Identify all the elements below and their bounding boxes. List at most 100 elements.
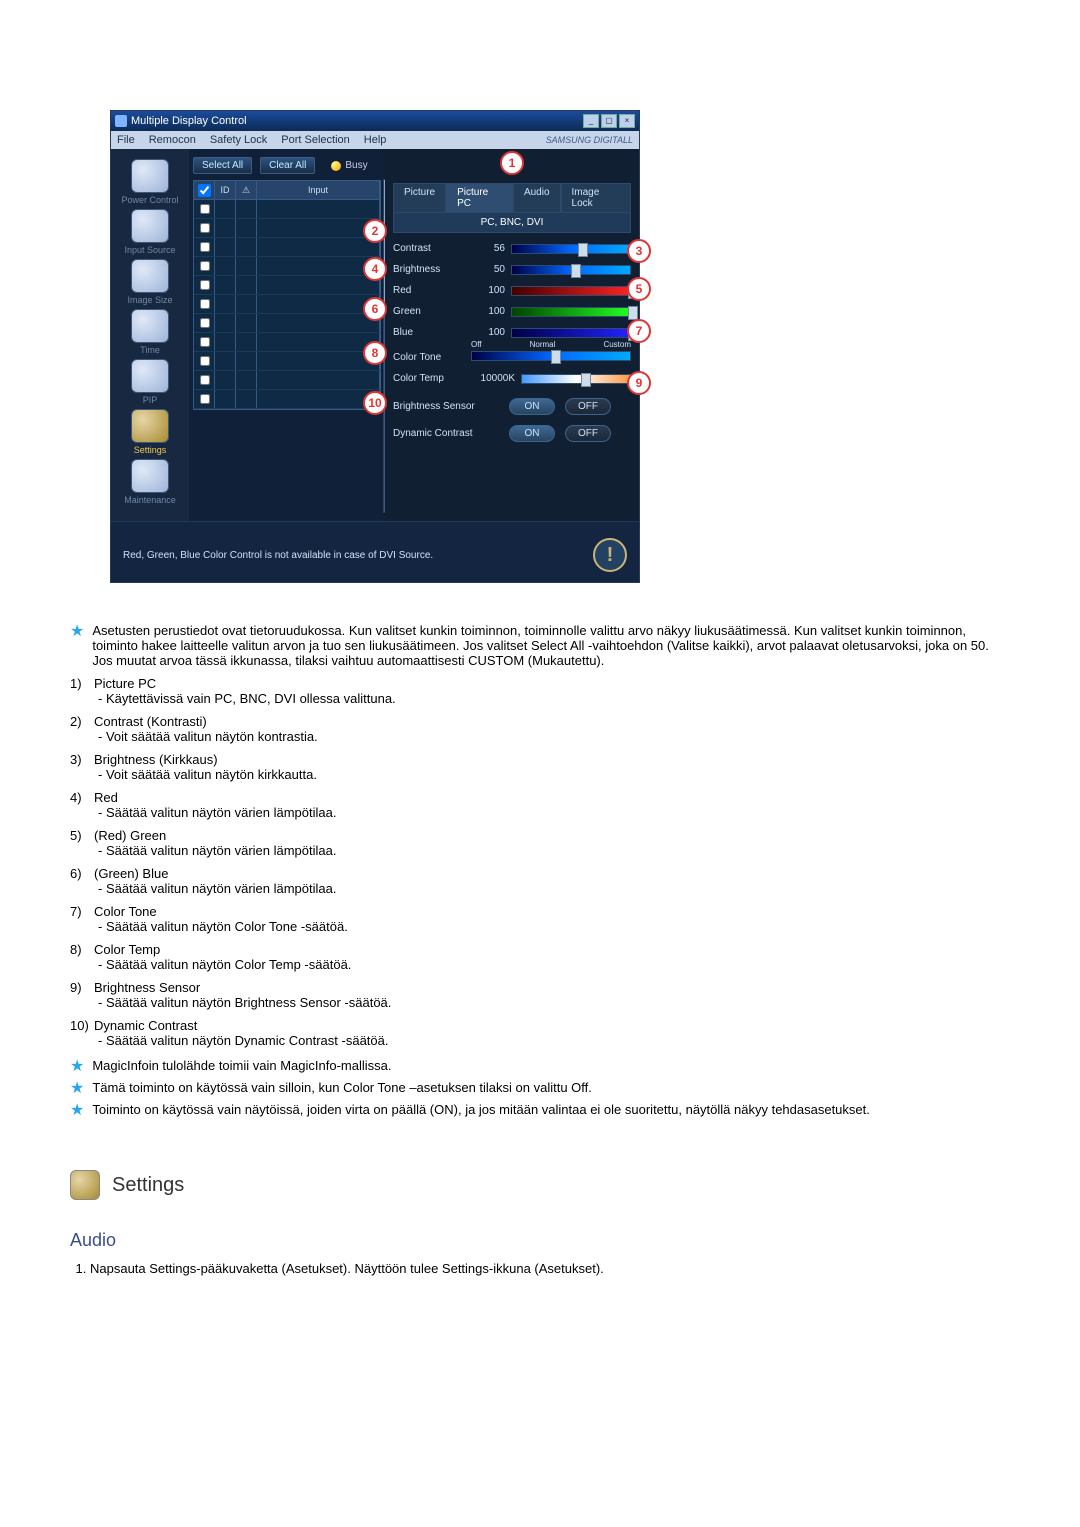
callout-2: 2 [363, 219, 387, 243]
slider-color-temp[interactable] [521, 374, 631, 384]
row-green: Green 100 [393, 306, 631, 317]
tab-picture[interactable]: Picture [393, 183, 446, 213]
brightness-sensor-off[interactable]: OFF [565, 398, 611, 415]
col-check[interactable] [194, 181, 215, 199]
star-icon: ★ [70, 623, 84, 668]
star-icon: ★ [70, 1058, 84, 1076]
sidebar: Power Control Input Source Image Size Ti… [111, 149, 189, 521]
settings-heading: Settings [70, 1170, 1010, 1200]
sidebar-item-pip[interactable]: PIP [119, 359, 181, 405]
table-row[interactable] [194, 371, 380, 390]
footer-note: Red, Green, Blue Color Control is not av… [123, 550, 433, 561]
warning-icon: ! [593, 538, 627, 572]
tab-picture-pc[interactable]: Picture PC [446, 183, 513, 213]
settings-tabs: Picture Picture PC Audio Image Lock [393, 183, 631, 213]
list-item: 8)Color Temp- Säätää valitun näytön Colo… [70, 942, 1010, 972]
table-row[interactable] [194, 295, 380, 314]
table-row[interactable] [194, 333, 380, 352]
tab-image-lock[interactable]: Image Lock [561, 183, 631, 213]
callout-9: 9 [627, 371, 651, 395]
list-item: 5)(Red) Green- Säätää valitun näytön vär… [70, 828, 1010, 858]
dynamic-contrast-off[interactable]: OFF [565, 425, 611, 442]
callout-5: 5 [627, 277, 651, 301]
sidebar-item-image-size[interactable]: Image Size [119, 259, 181, 305]
sidebar-item-power-control[interactable]: Power Control [119, 159, 181, 205]
sidebar-item-time[interactable]: Time [119, 309, 181, 355]
subheader: PC, BNC, DVI [393, 213, 631, 233]
grid-body [193, 200, 381, 410]
table-row[interactable] [194, 314, 380, 333]
table-row[interactable] [194, 390, 380, 409]
settings-panel: 1 Picture Picture PC Audio Image Lock PC… [385, 149, 639, 521]
callout-7: 7 [627, 319, 651, 343]
row-contrast: Contrast 56 [393, 243, 631, 254]
menubar: File Remocon Safety Lock Port Selection … [111, 131, 639, 149]
menu-remocon[interactable]: Remocon [149, 134, 196, 146]
grid-header: ID ⚠ Input [193, 180, 381, 200]
note-star-4: ★ Toiminto on käytössä vain näytöissä, j… [70, 1102, 1010, 1120]
slider-red[interactable] [511, 286, 631, 296]
star-icon: ★ [70, 1102, 84, 1120]
tab-audio[interactable]: Audio [513, 183, 561, 213]
slider-blue[interactable] [511, 328, 631, 338]
menu-help[interactable]: Help [364, 134, 387, 146]
table-row[interactable] [194, 200, 380, 219]
audio-steps: Napsauta Settings-pääkuvaketta (Asetukse… [90, 1261, 1010, 1276]
star-icon: ★ [70, 1080, 84, 1098]
callout-8: 8 [363, 341, 387, 365]
definition-list: 1)Picture PC- Käytettävissä vain PC, BNC… [70, 676, 1010, 1048]
busy-indicator: Busy [331, 160, 367, 171]
slider-contrast[interactable] [511, 244, 631, 254]
clear-all-button[interactable]: Clear All [260, 157, 315, 174]
menu-port-selection[interactable]: Port Selection [281, 134, 349, 146]
row-red: Red 100 [393, 285, 631, 296]
image-size-icon [131, 259, 169, 293]
table-row[interactable] [194, 352, 380, 371]
power-icon [131, 159, 169, 193]
row-brightness: Brightness 50 [393, 264, 631, 275]
busy-icon [331, 161, 341, 171]
sidebar-item-input-source[interactable]: Input Source [119, 209, 181, 255]
brightness-sensor-on[interactable]: ON [509, 398, 555, 415]
list-item: 10)Dynamic Contrast- Säätää valitun näyt… [70, 1018, 1010, 1048]
select-all-button[interactable]: Select All [193, 157, 252, 174]
settings-icon [131, 409, 169, 443]
list-item: 3)Brightness (Kirkkaus)- Voit säätää val… [70, 752, 1010, 782]
row-color-tone: Color Tone Off Normal Custom [393, 352, 631, 363]
slider-color-tone[interactable] [471, 351, 631, 361]
row-brightness-sensor: Brightness Sensor ON OFF [393, 398, 631, 415]
table-row[interactable] [194, 257, 380, 276]
minimize-button[interactable]: _ [583, 114, 599, 128]
list-item: 4)Red- Säätää valitun näytön värien lämp… [70, 790, 1010, 820]
brand-label: SAMSUNG DIGITALL [546, 135, 633, 145]
maximize-button[interactable]: ▢ [601, 114, 617, 128]
settings-heading-icon [70, 1170, 100, 1200]
menu-file[interactable]: File [117, 134, 135, 146]
pip-icon [131, 359, 169, 393]
col-id: ID [215, 181, 236, 199]
row-blue: Blue 100 [393, 327, 631, 338]
input-icon [131, 209, 169, 243]
sidebar-item-maintenance[interactable]: Maintenance [119, 459, 181, 505]
dynamic-contrast-on[interactable]: ON [509, 425, 555, 442]
table-row[interactable] [194, 238, 380, 257]
row-color-temp: Color Temp 10000K [393, 373, 631, 384]
callout-6: 6 [363, 297, 387, 321]
note-star-1: ★ Asetusten perustiedot ovat tietoruuduk… [70, 623, 1010, 668]
list-item: Napsauta Settings-pääkuvaketta (Asetukse… [90, 1261, 1010, 1276]
slider-brightness[interactable] [511, 265, 631, 275]
menu-safety-lock[interactable]: Safety Lock [210, 134, 267, 146]
callout-10: 10 [363, 391, 387, 415]
callout-4: 4 [363, 257, 387, 281]
maintenance-icon [131, 459, 169, 493]
sidebar-item-settings[interactable]: Settings [119, 409, 181, 455]
list-item: 6)(Green) Blue- Säätää valitun näytön vä… [70, 866, 1010, 896]
close-button[interactable]: × [619, 114, 635, 128]
table-row[interactable] [194, 276, 380, 295]
list-item: 2)Contrast (Kontrasti)- Voit säätää vali… [70, 714, 1010, 744]
note-star-3: ★ Tämä toiminto on käytössä vain silloin… [70, 1080, 1010, 1098]
row-dynamic-contrast: Dynamic Contrast ON OFF [393, 425, 631, 442]
device-grid-panel: Select All Clear All Busy ID ⚠ Input [189, 149, 385, 521]
table-row[interactable] [194, 219, 380, 238]
slider-green[interactable] [511, 307, 631, 317]
